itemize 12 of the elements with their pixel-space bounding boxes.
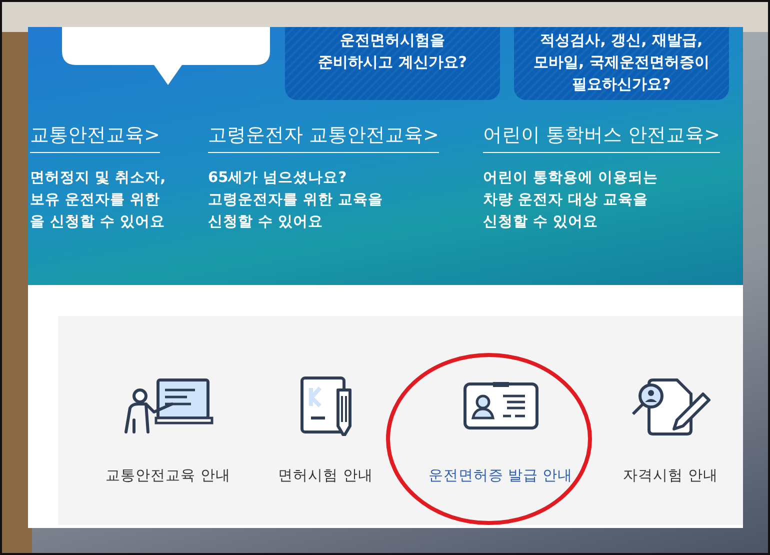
question-card[interactable]: 운전면허시험을 준비하시고 계신가요?	[285, 27, 500, 100]
education-link[interactable]: 교통안전교육>	[30, 121, 160, 152]
education-description: 65세가 넘으셨나요? 고령운전자를 위한 교육을 신청할 수 있어요	[208, 168, 384, 232]
education-description: 면허정지 및 취소자, 보유 운전자를 위한 을 신청할 수 있어요	[30, 168, 167, 232]
question-card[interactable]: 적성검사, 갱신, 재발급, 모바일, 국제운전면허증이 필요하신가요?	[514, 27, 729, 100]
education-link[interactable]: 고령운전자 교통안전교육>	[208, 121, 439, 152]
guide-menu-link[interactable]: 자격시험 안내	[623, 466, 718, 488]
guide-menu-link[interactable]: 교통안전교육 안내	[106, 466, 230, 488]
education-description: 어린이 통학용에 이용되는 차량 운전자 대상 교육을 신청할 수 있어요	[483, 168, 660, 232]
guide-menu-link[interactable]: 운전면허증 발급 안내	[428, 466, 573, 488]
guide-menu-link[interactable]: 면허시험 안내	[278, 466, 373, 488]
education-link[interactable]: 어린이 통학버스 안전교육>	[483, 121, 720, 152]
